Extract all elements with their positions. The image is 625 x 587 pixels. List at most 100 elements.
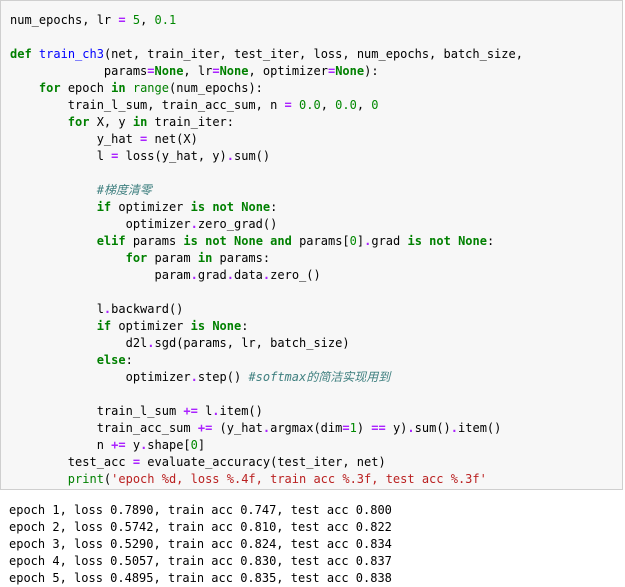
code-token-operator: = — [118, 13, 126, 27]
code-token-plain: , lr — [183, 64, 213, 78]
code-token-plain: , — [320, 98, 336, 112]
code-token-function-name: train_ch3 — [38, 47, 104, 61]
code-token-plain: num_epochs, lr — [10, 13, 119, 27]
output-line: epoch 5, loss 0.4895, train acc 0.835, t… — [9, 571, 392, 585]
code-token-plain: zero_grad() — [197, 217, 278, 231]
code-token-keyword: def — [10, 47, 32, 61]
code-token-plain: (net, train_iter, test_iter, loss, num_e… — [103, 47, 523, 61]
code-token-keyword: is — [190, 200, 206, 214]
code-line: n += y.shape[0] — [10, 437, 622, 454]
code-token-comment: #softmax的简洁实现用到 — [248, 370, 391, 384]
code-token-operator: . — [212, 404, 220, 418]
code-token-plain: , — [356, 98, 372, 112]
code-token-operator: . — [226, 149, 234, 163]
code-token-plain: loss(y_hat, y) — [118, 149, 227, 163]
code-token-number: 1 — [191, 489, 198, 490]
code-token-plain: param — [10, 268, 191, 282]
code-token-operator: = — [212, 64, 220, 78]
code-token-plain: sum() — [414, 421, 451, 435]
code-token-plain: y — [125, 438, 141, 452]
code-line: optimizer.step() #softmax的简洁实现用到 — [10, 369, 622, 386]
output-line: epoch 4, loss 0.5057, train acc 0.830, t… — [9, 554, 392, 568]
code-line: if optimizer is None: — [10, 318, 622, 335]
output-cell: epoch 1, loss 0.7890, train acc 0.747, t… — [0, 496, 625, 587]
code-token-operator: . — [226, 268, 234, 282]
code-token-plain: l — [10, 302, 104, 316]
code-token-plain: l — [10, 149, 112, 163]
code-token-keyword: None — [241, 200, 271, 214]
code-token-plain: item() — [458, 421, 502, 435]
code-token-comment: #梯度清零 — [96, 183, 152, 197]
code-token-operator: += — [197, 421, 213, 435]
code-token-plain: train_iter: — [147, 115, 234, 129]
code-token-keyword: None — [212, 319, 242, 333]
code-token-keyword: elif — [96, 234, 126, 248]
output-line: epoch 2, loss 0.5742, train acc 0.810, t… — [9, 520, 392, 534]
code-token-plain: d2l — [10, 336, 148, 350]
code-token-plain: test_acc — [10, 455, 133, 469]
code-token-keyword: and — [270, 234, 292, 248]
code-token-plain: ): — [364, 64, 379, 78]
code-token-keyword: not — [212, 200, 235, 214]
code-line: y_hat = net(X) — [10, 131, 622, 148]
code-token-keyword: if — [96, 200, 112, 214]
code-token-plain: , — [140, 13, 155, 27]
code-token-keyword: for — [38, 81, 61, 95]
code-line: def train_ch3(net, train_iter, test_iter… — [10, 46, 622, 63]
code-cell[interactable]: num_epochs, lr = 5, 0.1​def train_ch3(ne… — [0, 0, 623, 490]
code-token-operator: . — [450, 421, 459, 435]
code-token-operator: . — [190, 217, 198, 231]
code-token-plain: train_l_sum, train_acc_sum, n — [10, 98, 285, 112]
code-token-plain: l — [197, 404, 213, 418]
code-line: num_epochs, lr = 5, 0.1 — [10, 12, 622, 29]
code-token-plain: shape[ — [147, 438, 191, 452]
code-token-operator: = — [132, 455, 141, 469]
code-line: train_acc_sum += (y_hat. argmax(dim=1) ==… — [10, 420, 622, 437]
code-token-plain: sgd(params, lr, batch_size) — [154, 336, 350, 350]
code-token-plain: epoch — [60, 81, 112, 95]
code-line: train_l_sum += l.item() — [10, 403, 622, 420]
code-line: ​ — [10, 284, 622, 301]
code-token-operator: == — [371, 421, 386, 435]
code-line: param.grad.data.zero_() — [10, 267, 622, 284]
code-token-operator: . — [407, 421, 415, 435]
code-token-operator: += — [111, 438, 126, 452]
code-token-operator: = — [342, 421, 350, 435]
code-token-number: 0.0 — [335, 98, 357, 112]
code-token-plain: (epoch — [118, 489, 176, 490]
code-token-keyword: is — [190, 319, 206, 333]
code-token-number: 0.1 — [154, 13, 177, 27]
code-token-plain: params — [10, 64, 148, 78]
code-editor[interactable]: num_epochs, lr = 5, 0.1​def train_ch3(ne… — [10, 12, 622, 490]
output-line: epoch 1, loss 0.7890, train acc 0.747, t… — [9, 503, 392, 517]
code-token-plain: n — [10, 438, 112, 452]
code-token-builtin: range — [132, 81, 169, 95]
code-token-plain: : — [241, 319, 249, 333]
code-token-keyword: for — [125, 251, 148, 265]
code-token-plain: train_l_sum — [10, 404, 184, 418]
code-token-plain: ) — [356, 421, 372, 435]
code-token-plain: y) — [385, 421, 408, 435]
code-line: train_l_sum, train_acc_sum, n = 0.0, 0.0… — [10, 97, 622, 114]
code-token-number: 0 — [190, 438, 198, 452]
code-token-plain: y_hat — [10, 132, 141, 146]
code-line: params=None, lr=None, optimizer=None): — [10, 63, 622, 80]
code-line: ​ — [10, 29, 622, 46]
code-token-plain: zero_() — [270, 268, 321, 282]
code-token-plain: : — [270, 200, 278, 214]
code-token-plain: : — [486, 234, 495, 248]
code-token-plain: grad — [197, 268, 227, 282]
